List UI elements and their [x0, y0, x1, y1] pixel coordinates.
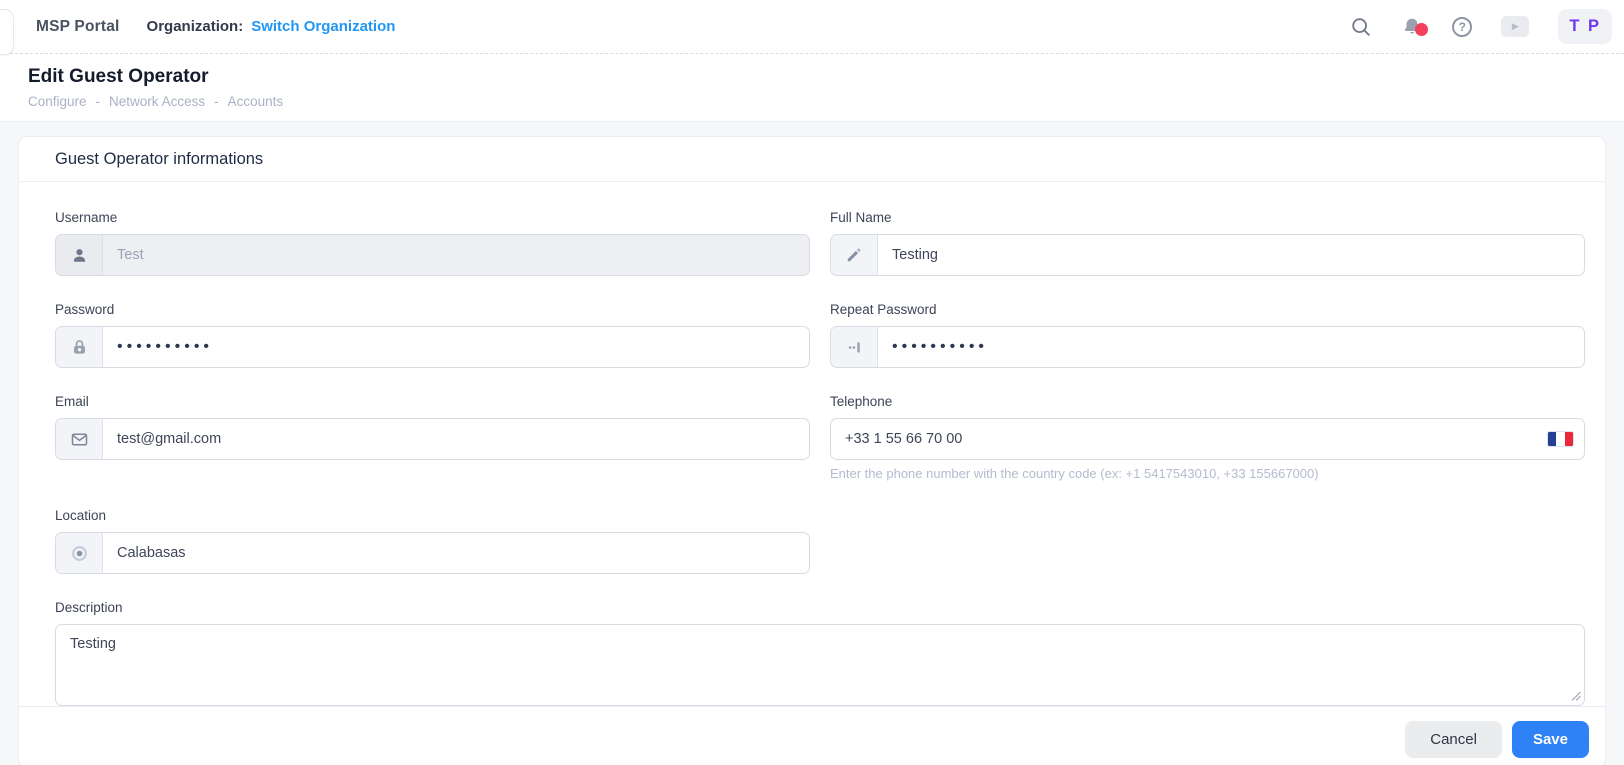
- password-label: Password: [55, 302, 115, 317]
- top-bar: MSP Portal Organization: Switch Organiza…: [0, 0, 1624, 55]
- description-field: Description Testing: [55, 598, 1585, 706]
- notifications-bell-icon[interactable]: [1401, 16, 1429, 38]
- telephone-input[interactable]: [831, 419, 1584, 459]
- username-input: [103, 235, 809, 275]
- repeat-password-input-group: [830, 326, 1585, 368]
- notification-badge: [1415, 22, 1429, 36]
- password-input[interactable]: [103, 327, 809, 367]
- breadcrumb-separator: -: [214, 94, 219, 109]
- username-input-group: [55, 234, 810, 276]
- full-name-label: Full Name: [830, 210, 892, 225]
- location-input[interactable]: [103, 533, 809, 573]
- help-icon[interactable]: ?: [1452, 16, 1473, 37]
- switch-organization-link[interactable]: Switch Organization: [251, 18, 395, 35]
- lock-icon: [56, 327, 103, 367]
- location-dot-icon: [56, 533, 103, 573]
- email-input-group: [55, 418, 810, 460]
- email-input[interactable]: [103, 419, 809, 459]
- avatar[interactable]: T P: [1558, 9, 1612, 44]
- description-textarea[interactable]: Testing: [55, 624, 1585, 706]
- card-title: Guest Operator informations: [19, 137, 1605, 182]
- form-footer: Cancel Save: [19, 706, 1605, 765]
- email-field: Email: [55, 392, 810, 482]
- sidebar-toggle-notch[interactable]: [0, 9, 14, 55]
- mail-icon: [56, 419, 103, 459]
- location-field: Location: [55, 506, 810, 574]
- location-input-group: [55, 532, 810, 574]
- guest-operator-form: Username Full Name Password: [19, 182, 1605, 706]
- guest-operator-card: Guest Operator informations Username Ful…: [18, 136, 1606, 765]
- telephone-input-group: [830, 418, 1585, 460]
- france-flag-icon: [1548, 432, 1573, 446]
- breadcrumb-accounts[interactable]: Accounts: [228, 94, 284, 109]
- edit-pencil-icon: [831, 235, 878, 275]
- repeat-password-label: Repeat Password: [830, 302, 937, 317]
- user-icon: [56, 235, 103, 275]
- empty-cell: [830, 506, 1585, 574]
- email-label: Email: [55, 394, 89, 409]
- full-name-field: Full Name: [830, 208, 1585, 276]
- location-label: Location: [55, 508, 107, 523]
- repeat-password-input[interactable]: [878, 327, 1584, 367]
- telephone-label: Telephone: [830, 394, 893, 409]
- cancel-button[interactable]: Cancel: [1405, 721, 1502, 758]
- description-textarea-wrap: Testing: [55, 624, 1585, 706]
- full-name-input[interactable]: [878, 235, 1584, 275]
- full-name-input-group: [830, 234, 1585, 276]
- telephone-field: Telephone Enter the phone number with th…: [830, 392, 1585, 482]
- breadcrumb-configure[interactable]: Configure: [28, 94, 87, 109]
- password-input-group: [55, 326, 810, 368]
- telephone-helper-text: Enter the phone number with the country …: [830, 466, 1319, 481]
- password-field: Password: [55, 300, 810, 368]
- breadcrumb: Configure - Network Access - Accounts: [28, 94, 1596, 109]
- app-brand: MSP Portal: [36, 17, 120, 35]
- topbar-actions: ? ▶ T P: [1350, 9, 1612, 44]
- organization-label: Organization:: [146, 18, 244, 35]
- page-title: Edit Guest Operator: [28, 66, 209, 87]
- repeat-password-field: Repeat Password: [830, 300, 1585, 368]
- play-icon[interactable]: ▶: [1501, 16, 1530, 37]
- save-button[interactable]: Save: [1511, 721, 1589, 758]
- resize-grip-icon[interactable]: [1571, 691, 1581, 701]
- breadcrumb-network-access[interactable]: Network Access: [109, 94, 205, 109]
- page-header: Edit Guest Operator Configure - Network …: [0, 54, 1624, 122]
- breadcrumb-separator: -: [95, 94, 101, 109]
- description-label: Description: [55, 600, 123, 615]
- search-icon[interactable]: [1350, 16, 1372, 38]
- username-label: Username: [55, 210, 118, 225]
- username-field: Username: [55, 208, 810, 276]
- password-dots-icon: [831, 327, 878, 367]
